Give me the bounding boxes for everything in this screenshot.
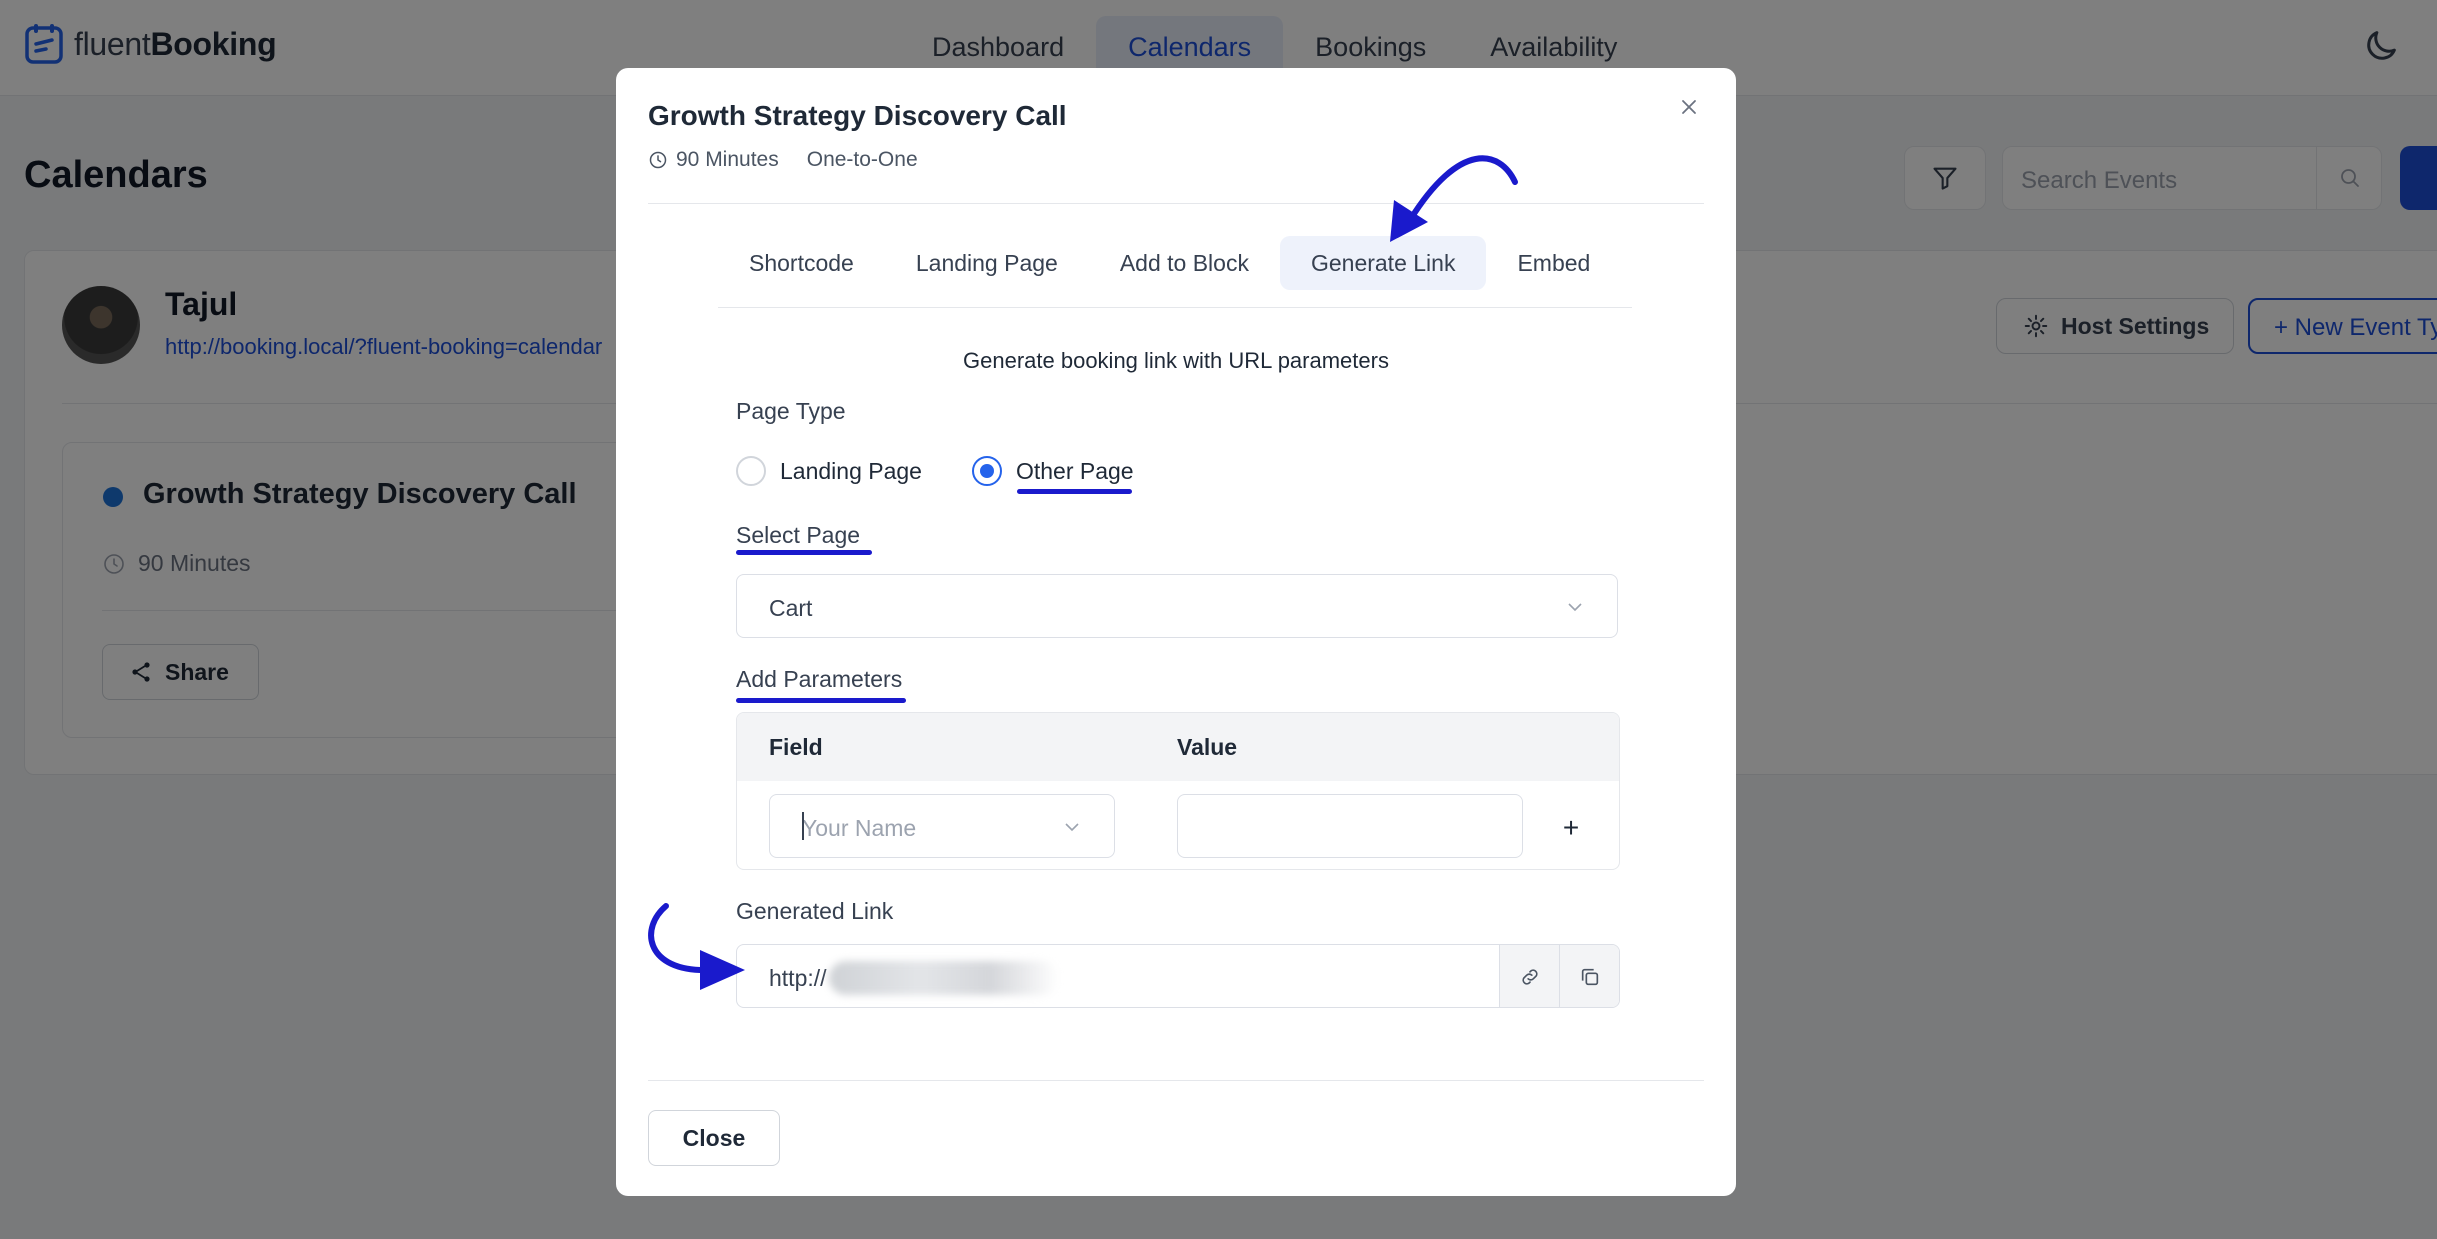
- radio-landing-page-label[interactable]: Landing Page: [780, 458, 922, 485]
- value-column-header: Value: [1177, 734, 1238, 760]
- copy-icon: [1581, 968, 1598, 986]
- parameter-value-input[interactable]: [1177, 794, 1523, 858]
- chevron-down-icon: [1065, 823, 1079, 832]
- annotation-arrow-generated-link-icon: [648, 903, 745, 990]
- field-column-header: Field: [769, 734, 823, 760]
- annotation-underline-select-page: [736, 550, 872, 555]
- generated-link-value: http://: [769, 965, 827, 991]
- close-button[interactable]: Close: [648, 1110, 780, 1166]
- tab-landing-page[interactable]: Landing Page: [885, 236, 1089, 290]
- tab-add-to-block[interactable]: Add to Block: [1089, 236, 1280, 290]
- parameters-table: Field Value Your Name +: [736, 712, 1620, 870]
- copy-link-button[interactable]: [1559, 945, 1619, 1007]
- clock-icon: [649, 151, 667, 169]
- generated-link-field[interactable]: http://: [736, 944, 1620, 1008]
- annotation-arrow-tab-icon: [1390, 155, 1518, 242]
- modal-title: Growth Strategy Discovery Call: [648, 100, 1067, 131]
- generated-link-label: Generated Link: [736, 898, 894, 924]
- share-event-modal: Growth Strategy Discovery Call 90 Minute…: [616, 68, 1736, 1196]
- select-page-label: Select Page: [736, 522, 861, 548]
- generate-link-description: Generate booking link with URL parameter…: [963, 348, 1389, 373]
- select-page-dropdown[interactable]: Cart: [736, 574, 1618, 638]
- add-parameters-label: Add Parameters: [736, 666, 903, 692]
- annotation-underline-other-page: [1017, 489, 1132, 494]
- modal-close-button[interactable]: [1672, 90, 1706, 124]
- select-page-value: Cart: [769, 595, 813, 621]
- annotation-underline-add-parameters: [736, 698, 906, 703]
- divider: [718, 307, 1632, 308]
- link-icon: [1521, 969, 1538, 985]
- blurred-link-region: [829, 961, 1059, 995]
- chevron-down-icon: [1568, 603, 1582, 612]
- parameters-header: Field Value: [737, 713, 1619, 781]
- radio-other-page-label[interactable]: Other Page: [1016, 458, 1134, 485]
- radio-landing-page[interactable]: [736, 456, 766, 486]
- modal-meta: 90 Minutes One-to-One: [648, 148, 918, 172]
- parameter-field-placeholder: Your Name: [802, 815, 917, 841]
- tab-shortcode[interactable]: Shortcode: [718, 236, 885, 290]
- radio-other-page[interactable]: [971, 456, 1002, 486]
- close-icon: [1682, 100, 1696, 114]
- modal-duration: 90 Minutes: [676, 148, 779, 171]
- modal-event-type: One-to-One: [806, 148, 918, 171]
- parameter-field-select[interactable]: Your Name: [769, 794, 1115, 858]
- open-link-button[interactable]: [1499, 945, 1559, 1007]
- divider: [648, 1080, 1704, 1081]
- text-caret: [802, 812, 804, 840]
- divider: [648, 203, 1704, 204]
- page-type-label: Page Type: [736, 398, 846, 424]
- add-parameter-button[interactable]: +: [1547, 808, 1595, 848]
- page-type-radio-group: Landing Page Other Page: [736, 456, 1134, 486]
